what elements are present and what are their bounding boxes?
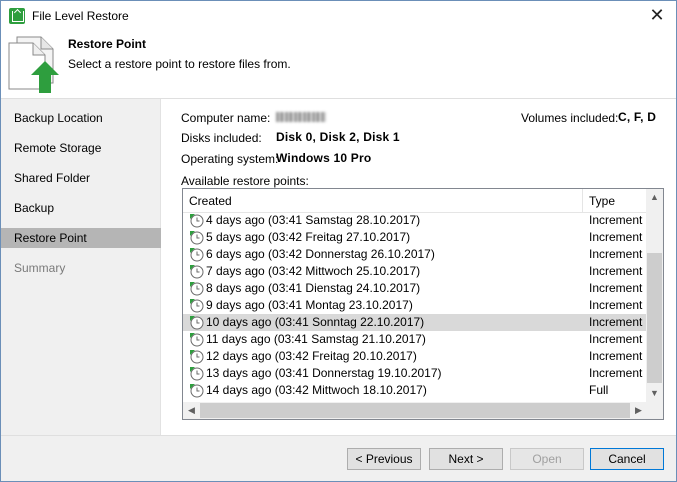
restore-point-clock-icon — [190, 214, 204, 228]
title-bar: File Level Restore ✕ — [1, 1, 676, 31]
scroll-up-icon[interactable]: ▲ — [646, 189, 663, 206]
row-created: 10 days ago (03:41 Sonntag 22.10.2017) — [206, 315, 425, 329]
row-type: Increment — [589, 247, 643, 261]
table-row[interactable]: 6 days ago (03:42 Donnerstag 26.10.2017)… — [183, 246, 647, 263]
restore-point-clock-icon — [190, 384, 204, 398]
sidebar-item-backup[interactable]: Backup — [1, 198, 161, 218]
restore-points-list[interactable]: Created Type 4 days ago (03:41 Samstag 2… — [182, 188, 664, 420]
row-created: 4 days ago (03:41 Samstag 28.10.2017) — [206, 213, 421, 227]
sidebar-item-summary: Summary — [14, 261, 66, 275]
disks-value: Disk 0, Disk 2, Disk 1 — [276, 130, 400, 144]
horizontal-scroll-thumb[interactable] — [200, 403, 630, 418]
row-created: 6 days ago (03:42 Donnerstag 26.10.2017) — [206, 247, 435, 261]
table-row[interactable]: 13 days ago (03:41 Donnerstag 19.10.2017… — [183, 365, 647, 382]
column-header-created[interactable]: Created — [189, 194, 232, 208]
button-bar: < Previous Next > Open Cancel — [1, 435, 676, 481]
row-type: Increment — [589, 332, 643, 346]
available-restore-points-label: Available restore points: — [181, 174, 309, 188]
close-icon[interactable]: ✕ — [646, 5, 668, 27]
row-created: 12 days ago (03:42 Freitag 20.10.2017) — [206, 349, 417, 363]
column-divider[interactable] — [582, 189, 583, 213]
row-type: Increment — [589, 281, 643, 295]
horizontal-scrollbar[interactable]: ◀ ▶ — [183, 402, 647, 419]
scrollbar-corner — [646, 402, 663, 419]
vertical-scrollbar[interactable]: ▲ ▼ — [646, 189, 663, 402]
table-row[interactable]: 5 days ago (03:42 Freitag 27.10.2017) Inc… — [183, 229, 647, 246]
computer-name-value — [276, 111, 326, 125]
row-type: Full — [589, 383, 609, 397]
row-created: 7 days ago (03:42 Mittwoch 25.10.2017) — [206, 264, 421, 278]
volumes-value: C, F, D — [618, 110, 657, 124]
restore-point-clock-icon — [190, 350, 204, 364]
row-type: Increment — [589, 366, 643, 380]
restore-point-clock-icon — [190, 265, 204, 279]
row-created: 9 days ago (03:41 Montag 23.10.2017) — [206, 298, 413, 312]
open-button: Open — [510, 448, 584, 470]
restore-point-clock-icon — [190, 333, 204, 347]
cancel-button[interactable]: Cancel — [590, 448, 664, 470]
table-row[interactable]: 12 days ago (03:42 Freitag 20.10.2017) In… — [183, 348, 647, 365]
scroll-down-icon[interactable]: ▼ — [646, 385, 663, 402]
header-subtitle: Select a restore point to restore files … — [68, 57, 291, 71]
wizard-header: Restore Point Select a restore point to … — [1, 31, 676, 99]
restore-point-clock-icon — [190, 248, 204, 262]
table-row[interactable]: 10 days ago (03:41 Sonntag 22.10.2017) In… — [183, 314, 647, 331]
row-type: Increment — [589, 264, 643, 278]
table-row[interactable]: 11 days ago (03:41 Samstag 21.10.2017) In… — [183, 331, 647, 348]
sidebar-item-shared-folder[interactable]: Shared Folder — [1, 168, 161, 188]
vertical-scroll-thumb[interactable] — [647, 253, 662, 383]
table-row[interactable]: 7 days ago (03:42 Mittwoch 25.10.2017) In… — [183, 263, 647, 280]
redacted-computer-name — [276, 112, 326, 122]
main-content: Computer name: Volumes included: C, F, D… — [162, 99, 676, 435]
sidebar-item-backup-location[interactable]: Backup Location — [1, 108, 161, 128]
scroll-left-icon[interactable]: ◀ — [183, 402, 200, 419]
disks-label: Disks included: — [181, 131, 262, 145]
wizard-steps-sidebar: Backup Location Remote Storage Shared Fo… — [1, 99, 161, 435]
sidebar-item-remote-storage[interactable]: Remote Storage — [1, 138, 161, 158]
row-created: 8 days ago (03:41 Dienstag 24.10.2017) — [206, 281, 421, 295]
next-button[interactable]: Next > — [429, 448, 503, 470]
row-type: Increment — [589, 298, 643, 312]
table-row[interactable]: 14 days ago (03:42 Mittwoch 18.10.2017) F… — [183, 382, 647, 399]
computer-name-label: Computer name: — [181, 111, 271, 125]
row-type: Increment — [589, 349, 643, 363]
os-value: Windows 10 Pro — [276, 151, 372, 165]
restore-point-clock-icon — [190, 299, 204, 313]
restore-point-clock-icon — [190, 231, 204, 245]
restore-point-clock-icon — [190, 316, 204, 330]
scroll-right-icon[interactable]: ▶ — [630, 402, 647, 419]
volumes-label: Volumes included: — [521, 111, 619, 125]
file-level-restore-window: File Level Restore ✕ Restore Point Selec… — [0, 0, 677, 482]
os-label: Operating system: — [181, 152, 279, 166]
table-row[interactable]: 9 days ago (03:41 Montag 23.10.2017) Incr… — [183, 297, 647, 314]
previous-button[interactable]: < Previous — [347, 448, 421, 470]
row-created: 13 days ago (03:41 Donnerstag 19.10.2017… — [206, 366, 442, 380]
table-row[interactable]: 4 days ago (03:41 Samstag 28.10.2017) Inc… — [183, 212, 647, 229]
window-title: File Level Restore — [32, 9, 129, 23]
row-type: Increment — [589, 230, 643, 244]
header-title: Restore Point — [68, 37, 147, 51]
restore-point-clock-icon — [190, 367, 204, 381]
list-header: Created Type — [183, 189, 647, 213]
row-created: 11 days ago (03:41 Samstag 21.10.2017) — [206, 332, 426, 346]
restore-point-clock-icon — [190, 282, 204, 296]
row-type: Increment — [589, 315, 643, 329]
app-icon — [9, 8, 25, 24]
row-type: Increment — [589, 213, 643, 227]
table-row[interactable]: 8 days ago (03:41 Dienstag 24.10.2017) In… — [183, 280, 647, 297]
sidebar-item-restore-point[interactable]: Restore Point — [1, 228, 161, 248]
restore-file-icon — [8, 36, 59, 93]
row-created: 5 days ago (03:42 Freitag 27.10.2017) — [206, 230, 411, 244]
column-header-type[interactable]: Type — [589, 194, 615, 208]
row-created: 14 days ago (03:42 Mittwoch 18.10.2017) — [206, 383, 427, 397]
